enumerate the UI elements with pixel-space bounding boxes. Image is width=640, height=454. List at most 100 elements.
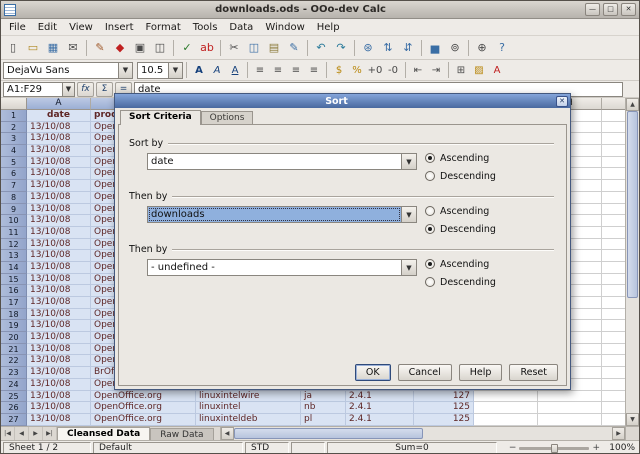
prev-sheet-icon[interactable]: ◀ xyxy=(15,427,29,440)
horizontal-scroll-thumb[interactable] xyxy=(234,428,423,439)
align-right-icon[interactable]: ≡ xyxy=(287,62,305,79)
row-header-12[interactable]: 12 xyxy=(1,239,27,251)
cell[interactable] xyxy=(602,391,627,403)
page-preview-icon[interactable]: ◫ xyxy=(150,38,170,57)
cell[interactable]: 13/10/08 xyxy=(27,168,91,180)
row-header-16[interactable]: 16 xyxy=(1,285,27,297)
cell[interactable] xyxy=(602,367,627,379)
row-header-3[interactable]: 3 xyxy=(1,133,27,145)
help-icon[interactable]: ? xyxy=(492,38,512,57)
ascending-radio-1[interactable]: Ascending xyxy=(425,152,489,164)
cell[interactable] xyxy=(474,391,538,403)
cell[interactable] xyxy=(602,180,627,192)
cell[interactable] xyxy=(602,262,627,274)
row-header-26[interactable]: 26 xyxy=(1,402,27,414)
reset-button[interactable]: Reset xyxy=(509,364,558,381)
cell[interactable]: linuxintelwire xyxy=(196,391,301,403)
ascending-radio-2[interactable]: Ascending xyxy=(425,205,489,217)
copy-icon[interactable]: ◫ xyxy=(244,38,264,57)
function-wizard-icon[interactable]: fx xyxy=(77,82,94,97)
menu-item-file[interactable]: File xyxy=(3,21,32,34)
cell[interactable]: 13/10/08 xyxy=(27,355,91,367)
cell[interactable] xyxy=(538,402,602,414)
cell[interactable] xyxy=(602,168,627,180)
cell[interactable]: 127 xyxy=(414,391,474,403)
row-header-23[interactable]: 23 xyxy=(1,367,27,379)
cell[interactable]: 13/10/08 xyxy=(27,332,91,344)
select-all-corner[interactable] xyxy=(1,98,27,110)
row-header-19[interactable]: 19 xyxy=(1,320,27,332)
cell[interactable]: 13/10/08 xyxy=(27,391,91,403)
row-header-6[interactable]: 6 xyxy=(1,168,27,180)
hyperlink-icon[interactable]: ⊛ xyxy=(358,38,378,57)
row-header-5[interactable]: 5 xyxy=(1,157,27,169)
zoom-slider-thumb[interactable] xyxy=(551,444,558,453)
ascending-radio-3[interactable]: Ascending xyxy=(425,258,489,270)
tab-sort-criteria[interactable]: Sort Criteria xyxy=(120,110,201,125)
cell[interactable] xyxy=(474,402,538,414)
chevron-down-icon[interactable]: ▼ xyxy=(168,63,182,78)
print-icon[interactable]: ▣ xyxy=(130,38,150,57)
column-header-A[interactable]: A xyxy=(27,98,91,110)
menu-item-data[interactable]: Data xyxy=(223,21,259,34)
align-justify-icon[interactable]: ≡ xyxy=(305,62,323,79)
sort-key-field-2[interactable]: downloads▼ xyxy=(147,206,417,223)
chevron-down-icon[interactable]: ▼ xyxy=(401,154,416,169)
row-header-22[interactable]: 22 xyxy=(1,355,27,367)
edit-file-icon[interactable]: ✎ xyxy=(90,38,110,57)
cell[interactable] xyxy=(602,332,627,344)
cell[interactable]: 13/10/08 xyxy=(27,402,91,414)
row-header-10[interactable]: 10 xyxy=(1,215,27,227)
cell[interactable]: 13/10/08 xyxy=(27,204,91,216)
sort-key-combo-3[interactable]: - undefined -▼ xyxy=(147,259,417,276)
menu-item-insert[interactable]: Insert xyxy=(99,21,140,34)
maximize-icon[interactable]: □ xyxy=(603,3,618,16)
row-header-18[interactable]: 18 xyxy=(1,309,27,321)
cell[interactable] xyxy=(602,239,627,251)
italic-icon[interactable]: A xyxy=(208,62,226,79)
cell[interactable] xyxy=(602,414,627,426)
cell[interactable] xyxy=(602,192,627,204)
cell[interactable] xyxy=(602,344,627,356)
chevron-down-icon[interactable]: ▼ xyxy=(62,83,74,96)
cell[interactable]: 13/10/08 xyxy=(27,133,91,145)
last-sheet-icon[interactable]: ▶| xyxy=(43,427,57,440)
spellcheck-icon[interactable]: ✓ xyxy=(177,38,197,57)
cell[interactable]: 13/10/08 xyxy=(27,227,91,239)
menu-item-help[interactable]: Help xyxy=(311,21,346,34)
delete-decimal-icon[interactable]: -0 xyxy=(384,62,402,79)
currency-icon[interactable]: $ xyxy=(330,62,348,79)
scroll-right-icon[interactable]: ▶ xyxy=(612,427,625,440)
zoom-slider[interactable] xyxy=(519,447,589,450)
sort-key-combo-2[interactable]: downloads▼ xyxy=(147,206,417,223)
row-header-9[interactable]: 9 xyxy=(1,204,27,216)
cell[interactable]: 2.4.1 xyxy=(346,391,414,403)
cell[interactable]: 2.4.1 xyxy=(346,414,414,426)
decrease-indent-icon[interactable]: ⇤ xyxy=(409,62,427,79)
save-icon[interactable]: ▦ xyxy=(43,38,63,57)
menu-item-format[interactable]: Format xyxy=(140,21,187,34)
cell[interactable] xyxy=(602,122,627,134)
cell[interactable] xyxy=(602,274,627,286)
row-header-13[interactable]: 13 xyxy=(1,250,27,262)
minimize-icon[interactable]: — xyxy=(585,3,600,16)
sort-ascending-icon[interactable]: ⇅ xyxy=(378,38,398,57)
row-header-27[interactable]: 27 xyxy=(1,414,27,426)
sheet-tab-cleansed-data[interactable]: Cleansed Data xyxy=(57,427,150,440)
cell[interactable]: 13/10/08 xyxy=(27,309,91,321)
cell[interactable] xyxy=(602,297,627,309)
next-sheet-icon[interactable]: ▶ xyxy=(29,427,43,440)
cell[interactable] xyxy=(602,309,627,321)
descending-radio-1[interactable]: Descending xyxy=(425,170,496,182)
add-decimal-icon[interactable]: +0 xyxy=(366,62,384,79)
horizontal-scrollbar[interactable]: ◀ ▶ xyxy=(220,427,625,440)
vertical-scrollbar[interactable]: ▲ ▼ xyxy=(625,98,639,426)
row-header-8[interactable]: 8 xyxy=(1,192,27,204)
row-header-14[interactable]: 14 xyxy=(1,262,27,274)
name-box[interactable]: A1:F29 ▼ xyxy=(3,82,75,97)
cell[interactable]: OpenOffice.org xyxy=(91,414,196,426)
cell[interactable] xyxy=(602,355,627,367)
ascending-radio-circle[interactable] xyxy=(425,259,435,269)
align-left-icon[interactable]: ≡ xyxy=(251,62,269,79)
descending-radio-circle[interactable] xyxy=(425,277,435,287)
